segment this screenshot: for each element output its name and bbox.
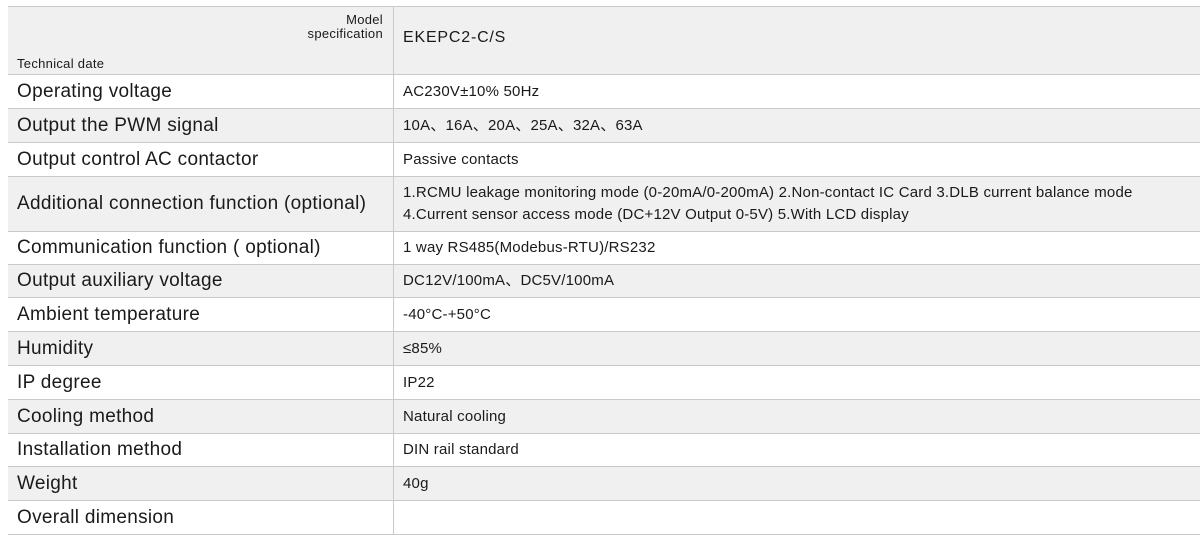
table-row: Operating voltage AC230V±10% 50Hz: [8, 74, 1200, 108]
row-label: Output the PWM signal: [8, 109, 394, 142]
row-value: DIN rail standard: [403, 441, 519, 458]
row-label: Humidity: [8, 332, 394, 365]
table-row: Cooling method Natural cooling: [8, 399, 1200, 433]
table-row: Output the PWM signal 10A、16A、20A、25A、32…: [8, 108, 1200, 142]
table-row: Installation method DIN rail standard: [8, 433, 1200, 466]
row-label: Output auxiliary voltage: [8, 265, 394, 297]
table-header: Model specification Technical date EKEPC…: [8, 6, 1200, 74]
table-row: IP degree IP22: [8, 365, 1200, 399]
table-row: Output control AC contactor Passive cont…: [8, 142, 1200, 176]
row-value: 1.RCMU leakage monitoring mode (0-20mA/0…: [403, 184, 1133, 223]
row-label: Installation method: [8, 434, 394, 466]
row-label: Output control AC contactor: [8, 143, 394, 176]
row-label: Cooling method: [8, 400, 394, 433]
row-value: 40g: [403, 474, 429, 492]
table-row: Weight 40g: [8, 466, 1200, 500]
row-label: Weight: [8, 467, 394, 500]
table-row: Output auxiliary voltage DC12V/100mA、DC5…: [8, 264, 1200, 297]
header-corner-cell: Model specification Technical date: [8, 7, 394, 74]
technical-date-label: Technical date: [17, 56, 105, 71]
model-value: EKEPC2-C/S: [403, 28, 507, 46]
table-row: Additional connection function (optional…: [8, 176, 1200, 231]
model-label: Model: [346, 12, 383, 27]
row-value: 1 way RS485(Modebus-RTU)/RS232: [403, 239, 656, 256]
row-label: Additional connection function (optional…: [8, 177, 394, 231]
row-value: IP22: [403, 373, 435, 391]
row-value: DC12V/100mA、DC5V/100mA: [403, 272, 615, 289]
row-value: [394, 501, 1200, 534]
row-value: ≤85%: [403, 339, 443, 357]
row-label: Ambient temperature: [8, 298, 394, 331]
table-row: Overall dimension: [8, 500, 1200, 535]
row-value: AC230V±10% 50Hz: [403, 82, 540, 100]
row-label: Operating voltage: [8, 75, 394, 108]
row-label: Overall dimension: [8, 501, 394, 534]
row-label: IP degree: [8, 366, 394, 399]
specification-label: specification: [307, 26, 383, 41]
row-value: 10A、16A、20A、25A、32A、63A: [403, 116, 643, 134]
table-row: Humidity ≤85%: [8, 331, 1200, 365]
row-value: Passive contacts: [403, 150, 519, 168]
spec-table: Model specification Technical date EKEPC…: [8, 6, 1200, 535]
row-value: Natural cooling: [403, 407, 507, 425]
model-spec-label: Model specification: [308, 13, 383, 41]
row-value: -40°C-+50°C: [403, 305, 491, 323]
row-label: Communication function ( optional): [8, 232, 394, 264]
table-row: Communication function ( optional) 1 way…: [8, 231, 1200, 264]
table-row: Ambient temperature -40°C-+50°C: [8, 297, 1200, 331]
